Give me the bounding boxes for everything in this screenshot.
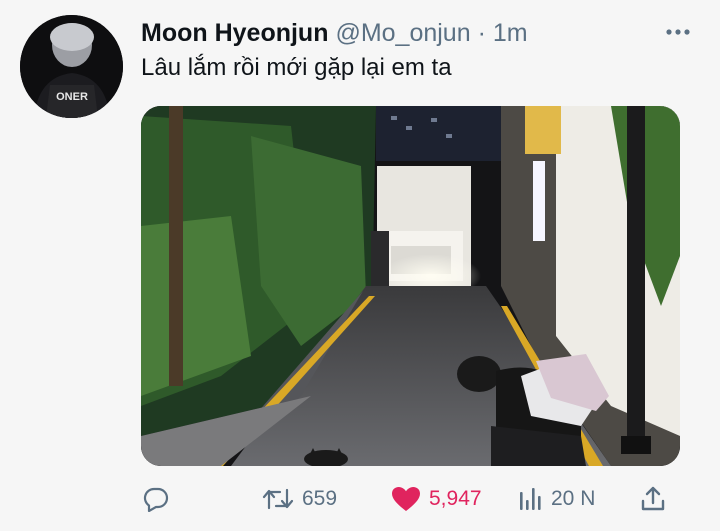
retweet-icon [262, 488, 294, 510]
views-count: 20 N [551, 487, 596, 510]
avatar-image: ONER [20, 15, 123, 118]
speech-bubble-icon [143, 487, 169, 512]
tweet-header: Moon Hyeonjun @Mo_onjun · 1m [141, 18, 528, 48]
more-options-icon[interactable] [664, 22, 692, 42]
like-count: 5,947 [429, 487, 482, 510]
heart-icon [392, 487, 420, 511]
tweet-actions: 659 5,947 20 N [0, 478, 720, 520]
author-name[interactable]: Moon Hyeonjun [141, 19, 328, 47]
share-icon [641, 486, 665, 511]
tweet-photo[interactable] [141, 106, 680, 466]
bar-chart-icon [520, 488, 541, 510]
reply-button[interactable] [142, 478, 170, 520]
like-button[interactable]: 5,947 [391, 478, 482, 520]
views-button[interactable]: 20 N [517, 478, 595, 520]
header-separator: · [477, 19, 486, 47]
avatar-jersey-text: ONER [56, 91, 88, 103]
author-handle[interactable]: @Mo_onjun [335, 19, 470, 47]
retweet-count: 659 [302, 487, 338, 510]
tweet-text: Lâu lắm rồi mới gặp lại em ta [141, 54, 452, 81]
alley-night-photo [141, 106, 680, 466]
share-button[interactable] [639, 478, 667, 520]
tweet-time[interactable]: 1m [493, 19, 528, 47]
avatar[interactable]: ONER [20, 15, 123, 118]
retweet-button[interactable]: 659 [262, 478, 337, 520]
